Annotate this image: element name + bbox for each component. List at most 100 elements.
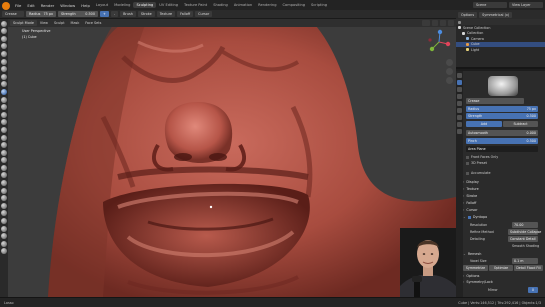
scrape-brush-icon[interactable] <box>1 111 7 118</box>
workspace-tab-compositing[interactable]: Compositing <box>280 2 309 8</box>
multiplane-scrape-brush-icon[interactable] <box>1 119 7 126</box>
accumulate-checkbox[interactable] <box>466 171 469 175</box>
shading-solid-icon[interactable] <box>440 20 446 26</box>
section-stroke[interactable]: › Stroke <box>463 193 543 199</box>
workspace-tab-animation[interactable]: Animation <box>231 2 255 8</box>
object-tab-icon[interactable] <box>457 108 462 113</box>
section-remesh[interactable]: ⌄ Remesh <box>463 251 543 257</box>
stroke-menu[interactable]: Stroke <box>137 11 155 17</box>
workspace-tab-uv-editing[interactable]: UV Editing <box>156 2 181 8</box>
scene-selector[interactable]: Scene <box>473 2 507 8</box>
nudge-brush-icon[interactable] <box>1 172 7 179</box>
workspace-tab-texture-paint[interactable]: Texture Paint <box>181 2 210 8</box>
radius-field[interactable]: Radius 75 px <box>466 106 538 112</box>
slide-relax-brush-icon[interactable] <box>1 187 7 194</box>
draw-sharp-brush-icon[interactable] <box>1 28 7 35</box>
view-menu[interactable]: View <box>37 21 51 25</box>
box-trim-icon[interactable] <box>1 240 7 247</box>
boundary-brush-icon[interactable] <box>1 195 7 202</box>
scene-tab-icon[interactable] <box>457 94 462 99</box>
workspace-tab-rendering[interactable]: Rendering <box>255 2 279 8</box>
detailing-dropdown[interactable]: Constant Detail <box>508 236 538 242</box>
clay-thumb-brush-icon[interactable] <box>1 50 7 57</box>
layer-brush-icon[interactable] <box>1 58 7 65</box>
pose-brush-icon[interactable] <box>1 164 7 171</box>
flatten-brush-icon[interactable] <box>1 96 7 103</box>
menu-help[interactable]: Help <box>78 3 93 8</box>
inflate-brush-icon[interactable] <box>1 66 7 73</box>
zoom-view-icon[interactable] <box>446 59 453 66</box>
pan-view-icon[interactable] <box>446 68 453 75</box>
shading-material-icon[interactable] <box>448 20 454 26</box>
transform-icon[interactable] <box>1 248 7 255</box>
fill-brush-icon[interactable] <box>1 104 7 111</box>
cursor-menu[interactable]: Cursor <box>195 11 213 17</box>
section-cursor[interactable]: › Cursor <box>463 207 543 213</box>
grab-brush-icon[interactable] <box>1 134 7 141</box>
tool-tab-icon[interactable] <box>457 73 462 78</box>
direction-add-toggle[interactable]: Add <box>466 121 502 127</box>
brush-name-field[interactable]: Crease <box>466 98 524 104</box>
3d-viewport[interactable]: User Perspective (1) Cube <box>8 27 456 297</box>
outliner-item[interactable]: Light <box>456 47 545 53</box>
menu-window[interactable]: Window <box>57 3 78 8</box>
detail-flood-fill-button[interactable]: Detail Flood Fill <box>514 265 543 271</box>
box-mask-icon[interactable] <box>1 233 7 240</box>
pinch-brush-icon[interactable] <box>1 126 7 133</box>
elastic-deform-brush-icon[interactable] <box>1 142 7 149</box>
rotate-brush-icon[interactable] <box>1 180 7 187</box>
blender-logo-icon[interactable] <box>2 1 10 10</box>
clay-strips-brush-icon[interactable] <box>1 43 7 50</box>
smooth-brush-icon[interactable] <box>1 88 7 95</box>
section-falloff[interactable]: › Falloff <box>463 200 543 206</box>
menu-render[interactable]: Render <box>38 3 58 8</box>
front-faces-checkbox[interactable] <box>466 155 469 159</box>
outliner-filter-icon[interactable] <box>458 20 461 24</box>
overlay-toggle-icon[interactable] <box>422 20 430 26</box>
texture-menu[interactable]: Texture <box>156 11 176 17</box>
menu-edit[interactable]: Edit <box>24 3 37 8</box>
mirror-x-toggle[interactable]: X <box>528 287 538 293</box>
sculpt-menu[interactable]: Sculpt <box>51 21 68 25</box>
options-dropdown[interactable]: Options <box>458 11 478 18</box>
plane-offset-checkbox[interactable] <box>466 161 469 165</box>
cloth-brush-icon[interactable] <box>1 202 7 209</box>
optimize-button[interactable]: Optimize <box>489 265 513 271</box>
falloff-menu[interactable]: Falloff <box>177 11 194 17</box>
voxel-size-field[interactable]: 0.1 m <box>512 258 538 264</box>
direction-subtract-button[interactable]: - <box>110 11 119 17</box>
workspace-tab-scripting[interactable]: Scripting <box>308 2 330 8</box>
mask-menu[interactable]: Mask <box>68 21 83 25</box>
brush-preview-thumbnail[interactable] <box>488 76 518 96</box>
accumulate-row[interactable]: Accumulate <box>466 170 490 176</box>
autosmooth-field[interactable]: Autosmooth 0.000 <box>466 130 538 136</box>
resolution-field[interactable]: 70.00 <box>512 222 538 228</box>
clay-brush-icon[interactable] <box>1 35 7 42</box>
workspace-tab-modeling[interactable]: Modeling <box>111 2 133 8</box>
view-layer-selector[interactable]: View Layer <box>509 2 543 8</box>
refine-dropdown[interactable]: Subdivide Collapse <box>508 229 541 235</box>
crease-brush-icon[interactable] <box>1 81 7 88</box>
thumb-brush-icon[interactable] <box>1 157 7 164</box>
workspace-tab-shading[interactable]: Shading <box>210 2 231 8</box>
section-display[interactable]: › Display <box>463 179 543 185</box>
modifier-tab-icon[interactable] <box>457 115 462 120</box>
data-tab-icon[interactable] <box>457 122 462 127</box>
camera-view-icon[interactable] <box>446 77 453 84</box>
render-tab-icon[interactable] <box>457 80 462 85</box>
menu-file[interactable]: File <box>12 3 24 8</box>
output-tab-icon[interactable] <box>457 87 462 92</box>
workspace-tab-layout[interactable]: Layout <box>93 2 111 8</box>
pinch-field[interactable]: Pinch 0.500 <box>466 138 538 144</box>
draw-brush-icon[interactable] <box>1 20 7 27</box>
snake-hook-brush-icon[interactable] <box>1 149 7 156</box>
section-texture[interactable]: › Texture <box>463 186 543 192</box>
direction-subtract-toggle[interactable]: Subtract <box>503 121 538 127</box>
dyntopo-checkbox[interactable] <box>467 215 471 219</box>
brush-selector[interactable]: Crease <box>2 11 24 17</box>
strength-field[interactable]: Strength 0.500 <box>466 113 538 119</box>
face-sets-menu[interactable]: Face Sets <box>82 21 104 25</box>
section-dyntopo[interactable]: ⌄ Dyntopo <box>463 214 543 220</box>
xray-toggle-icon[interactable] <box>432 20 438 26</box>
direction-add-button[interactable]: + <box>100 11 109 17</box>
